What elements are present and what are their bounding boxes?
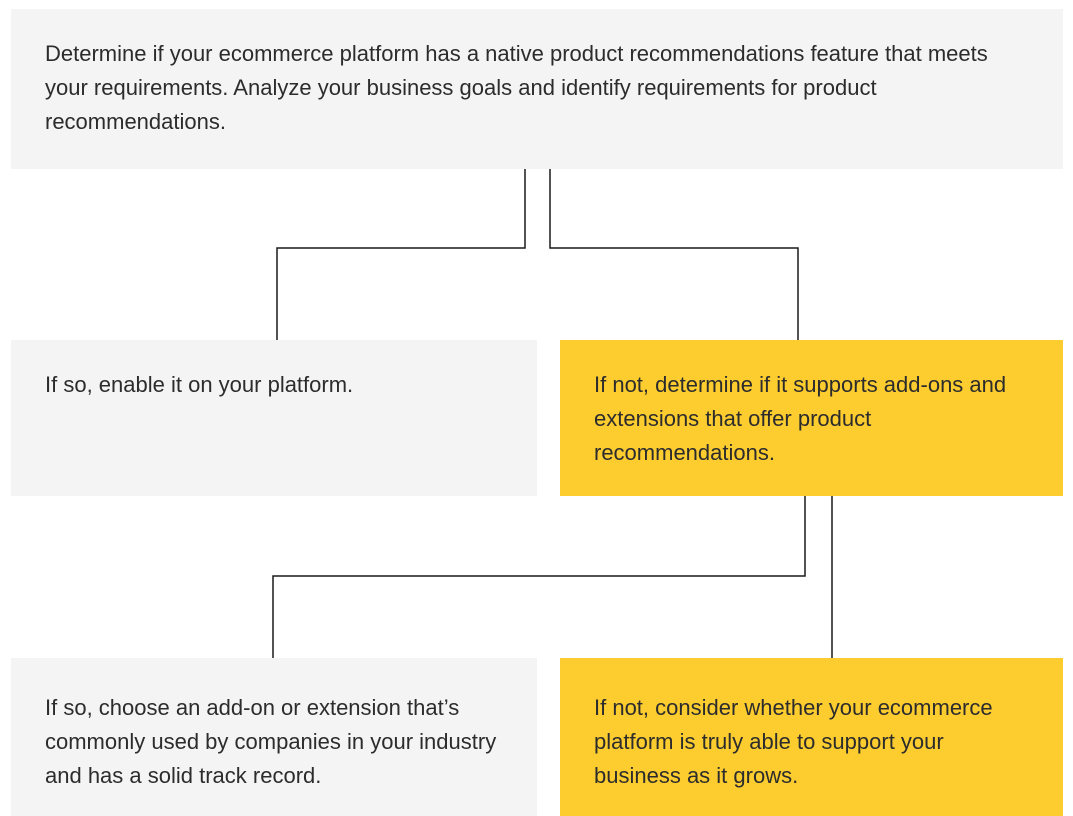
- connector-mid-to-left: [272, 496, 806, 658]
- native-feature-yes-node: If so, enable it on your platform.: [11, 340, 537, 496]
- addon-no-node: If not, consider whether your ecommerce …: [560, 658, 1063, 816]
- start-node: Determine if your ecommerce platform has…: [11, 9, 1063, 169]
- native-feature-no-node: If not, determine if it supports add-ons…: [560, 340, 1063, 496]
- addon-yes-text: If so, choose an add-on or extension tha…: [45, 695, 497, 788]
- start-node-text: Determine if your ecommerce platform has…: [45, 41, 988, 134]
- addon-yes-node: If so, choose an add-on or extension tha…: [11, 658, 537, 816]
- native-feature-yes-text: If so, enable it on your platform.: [45, 372, 354, 397]
- native-feature-no-text: If not, determine if it supports add-ons…: [594, 372, 1007, 465]
- addon-no-text: If not, consider whether your ecommerce …: [594, 695, 993, 788]
- connector-top-to-left: [276, 169, 526, 340]
- connector-top-to-right: [549, 169, 799, 340]
